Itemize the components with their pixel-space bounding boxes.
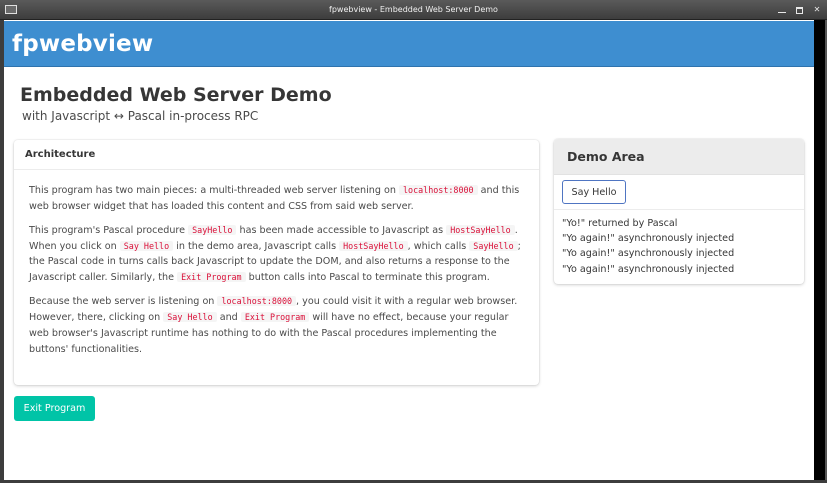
- architecture-paragraph-1: This program has two main pieces: a mult…: [29, 183, 524, 215]
- webview-content: fpwebview Embedded Web Server Demo with …: [4, 21, 814, 480]
- log-line: "Yo again!" asynchronously injected: [562, 248, 735, 260]
- demo-area-header: Demo Area: [554, 139, 804, 175]
- code-exit-program: Exit Program: [240, 311, 310, 322]
- architecture-card-body: This program has two main pieces: a mult…: [14, 170, 539, 357]
- demo-area-card: Demo Area Say Hello "Yo!" returned by Pa…: [554, 139, 804, 284]
- log-line: "Yo again!" asynchronously injected: [562, 263, 735, 275]
- minimize-icon[interactable]: [778, 8, 786, 13]
- window-menu-icon[interactable]: [5, 5, 17, 14]
- exit-program-button[interactable]: Exit Program: [14, 396, 95, 421]
- log-line: "Yo!" returned by Pascal: [562, 218, 678, 229]
- close-icon[interactable]: ✕: [813, 6, 821, 14]
- code-localhost: localhost:8000: [217, 296, 297, 307]
- window-title: fpwebview - Embedded Web Server Demo: [329, 5, 498, 14]
- code-say-hello: Say Hello: [119, 240, 174, 251]
- say-hello-button[interactable]: Say Hello: [562, 180, 626, 204]
- text: in the demo area, Javascript calls: [173, 240, 340, 252]
- maximize-icon[interactable]: [796, 6, 803, 14]
- text: button calls into Pascal to terminate th…: [245, 272, 490, 284]
- code-say-hello: Say Hello: [163, 311, 217, 322]
- code-exit-program: Exit Program: [177, 272, 246, 283]
- demo-output-log: "Yo!" returned by Pascal "Yo again!" asy…: [554, 210, 804, 277]
- text: This program's Pascal procedure: [29, 224, 189, 236]
- architecture-paragraph-2: This program's Pascal procedure SayHello…: [29, 223, 524, 286]
- navbar: fpwebview: [4, 21, 814, 67]
- page-subtitle: with Javascript ↔ Pascal in-process RPC: [22, 109, 259, 123]
- code-hostsayhello: HostSayHello: [339, 240, 408, 251]
- navbar-brand[interactable]: fpwebview: [12, 31, 153, 57]
- code-localhost: localhost:8000: [399, 185, 478, 195]
- architecture-card: Architecture This program has two main p…: [14, 140, 539, 385]
- text: This program has two main pieces: a mult…: [29, 185, 399, 196]
- code-hostsayhello: HostSayHello: [446, 224, 515, 235]
- text: , which calls: [407, 240, 470, 252]
- architecture-card-header: Architecture: [14, 140, 539, 170]
- page-title: Embedded Web Server Demo: [20, 84, 332, 106]
- demo-controls: Say Hello: [554, 175, 804, 210]
- text: Because the web server is listening on: [29, 296, 218, 308]
- log-line: "Yo again!" asynchronously injected: [562, 233, 735, 245]
- code-sayhello: SayHello: [188, 224, 237, 235]
- window-frame-right: [814, 20, 827, 483]
- window-controls: ✕: [778, 0, 821, 20]
- code-sayhello: SayHello: [469, 240, 518, 251]
- text: and: [216, 311, 241, 323]
- architecture-paragraph-3: Because the web server is listening on l…: [29, 294, 524, 357]
- text: has been made accessible to Javascript a…: [236, 224, 447, 236]
- window-titlebar[interactable]: fpwebview - Embedded Web Server Demo ✕: [0, 0, 827, 20]
